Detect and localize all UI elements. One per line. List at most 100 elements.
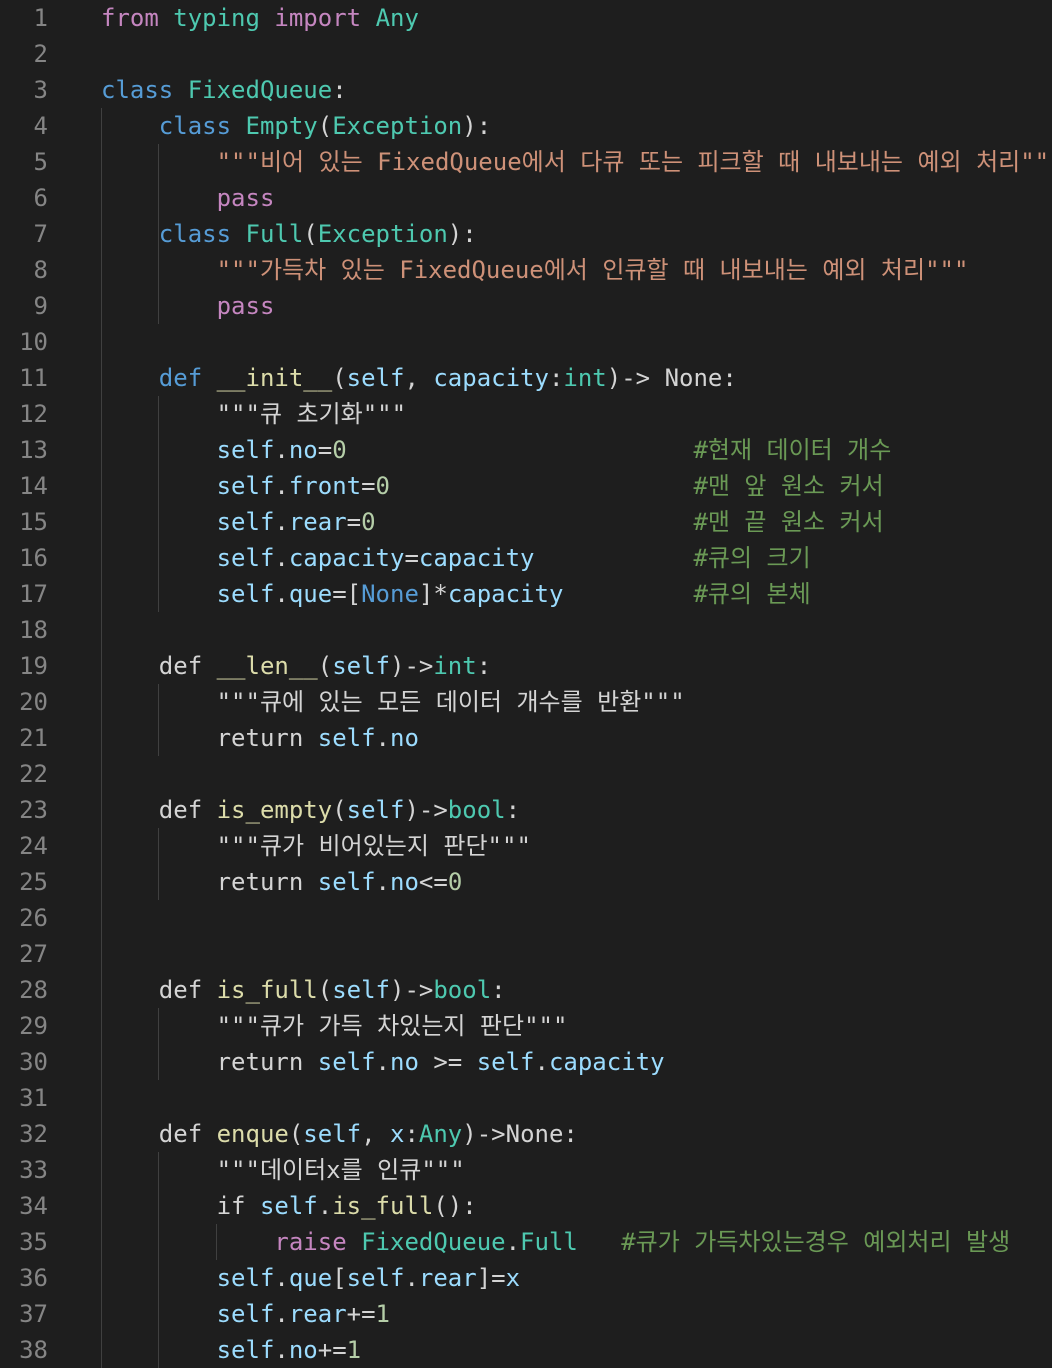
code-token: import <box>274 4 362 32</box>
code-token: #큐의 크기 <box>693 544 811 572</box>
code-token: 0 <box>375 472 390 500</box>
line-number: 31 <box>19 1084 48 1112</box>
code-token: = <box>317 436 333 464</box>
code-line[interactable]: 38 self.no+=1 <box>0 1332 1052 1368</box>
code-token: self <box>216 1264 275 1292</box>
code-token: capacity <box>418 544 535 572</box>
code-line[interactable]: 1 from typing import Any <box>0 0 1052 36</box>
code-line[interactable]: 4 class Empty(Exception): <box>0 108 1052 144</box>
code-token: """큐 초기화""" <box>216 400 407 428</box>
code-line[interactable]: 34 if self.is_full(): <box>0 1188 1052 1224</box>
code-line[interactable]: 2 <box>0 36 1052 72</box>
code-line[interactable]: 22 <box>0 756 1052 792</box>
code-token: no <box>390 868 419 896</box>
code-token: pass <box>216 292 275 320</box>
code-text: self.que[self.rear]=x <box>101 1260 520 1296</box>
line-number: 1 <box>33 4 48 32</box>
code-line[interactable]: 3 class FixedQueue: <box>0 72 1052 108</box>
code-line[interactable]: 12 """큐 초기화""" <box>0 396 1052 432</box>
code-token: Full <box>245 220 304 248</box>
code-token: def <box>158 976 217 1004</box>
code-line[interactable]: 29 """큐가 가득 차있는지 판단""" <box>0 1008 1052 1044</box>
code-line[interactable]: 10 <box>0 324 1052 360</box>
line-number: 16 <box>19 544 48 572</box>
code-line[interactable]: 19 def __len__(self)->int: <box>0 648 1052 684</box>
code-text: pass <box>101 180 275 216</box>
code-line[interactable]: 20 """큐에 있는 모든 데이터 개수를 반환""" <box>0 684 1052 720</box>
code-line[interactable]: 9 pass <box>0 288 1052 324</box>
code-line[interactable]: 23 def is_empty(self)->bool: <box>0 792 1052 828</box>
code-token: 0 <box>361 508 376 536</box>
code-token: front <box>288 472 362 500</box>
code-line[interactable]: 36 self.que[self.rear]=x <box>0 1260 1052 1296</box>
code-line[interactable]: 7 class Full(Exception): <box>0 216 1052 252</box>
code-token: ( <box>332 364 347 392</box>
code-token: . <box>404 1264 419 1292</box>
code-line[interactable]: 15 self.rear=0 #맨 끝 원소 커서 <box>0 504 1052 540</box>
code-line[interactable]: 31 <box>0 1080 1052 1116</box>
code-token: . <box>274 580 289 608</box>
code-token: typing <box>173 4 260 32</box>
code-line[interactable]: 24 """큐가 비어있는지 판단""" <box>0 828 1052 864</box>
code-line[interactable]: 13 self.no=0 #현재 데이터 개수 <box>0 432 1052 468</box>
code-token: self <box>346 364 405 392</box>
line-number: 5 <box>33 148 48 176</box>
code-token: Any <box>375 4 419 32</box>
code-line[interactable]: 35 raise FixedQueue.Full #큐가 가득차있는경우 예외처… <box>0 1224 1052 1260</box>
code-token: no <box>288 436 318 464</box>
code-token: . <box>274 436 289 464</box>
code-line[interactable]: 5 """비어 있는 FixedQueue에서 다큐 또는 피크할 때 내보내는… <box>0 144 1052 180</box>
line-number: 3 <box>33 76 48 104</box>
code-line[interactable]: 11 def __init__(self, capacity:int)-> No… <box>0 360 1052 396</box>
code-token: (): <box>433 1192 477 1220</box>
code-token: = <box>404 544 419 572</box>
code-token: #큐의 본체 <box>693 580 811 608</box>
code-token: : <box>548 364 564 392</box>
code-line[interactable]: 32 def enque(self, x:Any)->None: <box>0 1116 1052 1152</box>
code-line[interactable]: 25 return self.no<=0 <box>0 864 1052 900</box>
code-token: x <box>505 1264 521 1292</box>
code-line[interactable]: 33 """데이터x를 인큐""" <box>0 1152 1052 1188</box>
code-token: FixedQueue <box>361 1228 506 1256</box>
code-token: def <box>158 652 217 680</box>
line-number: 8 <box>33 256 48 284</box>
code-token: , <box>404 364 434 392</box>
code-line[interactable]: 21 return self.no <box>0 720 1052 756</box>
line-number: 7 <box>33 220 48 248</box>
code-line[interactable]: 37 self.rear+=1 <box>0 1296 1052 1332</box>
code-line[interactable]: 18 <box>0 612 1052 648</box>
line-number: 28 <box>19 976 48 1004</box>
line-number: 21 <box>19 724 48 752</box>
code-line[interactable]: 14 self.front=0 #맨 앞 원소 커서 <box>0 468 1052 504</box>
code-line[interactable]: 6 pass <box>0 180 1052 216</box>
code-token: <= <box>418 868 448 896</box>
code-line[interactable]: 28 def is_full(self)->bool: <box>0 972 1052 1008</box>
code-token: 1 <box>375 1300 390 1328</box>
line-number: 18 <box>19 616 48 644</box>
code-token: pass <box>216 184 275 212</box>
code-line[interactable]: 27 <box>0 936 1052 972</box>
code-line[interactable]: 26 <box>0 900 1052 936</box>
code-token: self <box>216 1336 275 1364</box>
code-line[interactable]: 16 self.capacity=capacity #큐의 크기 <box>0 540 1052 576</box>
code-line[interactable]: 30 return self.no >= self.capacity <box>0 1044 1052 1080</box>
line-number: 2 <box>33 40 48 68</box>
code-line[interactable]: 8 """가득차 있는 FixedQueue에서 인큐할 때 내보내는 예외 처… <box>0 252 1052 288</box>
code-token: class <box>101 76 174 104</box>
code-token: [ <box>332 1264 347 1292</box>
code-line[interactable]: 17 self.que=[None]*capacity #큐의 본체 <box>0 576 1052 612</box>
code-editor[interactable]: 1 from typing import Any 2 3 class FixedQueu… <box>0 0 1052 1368</box>
